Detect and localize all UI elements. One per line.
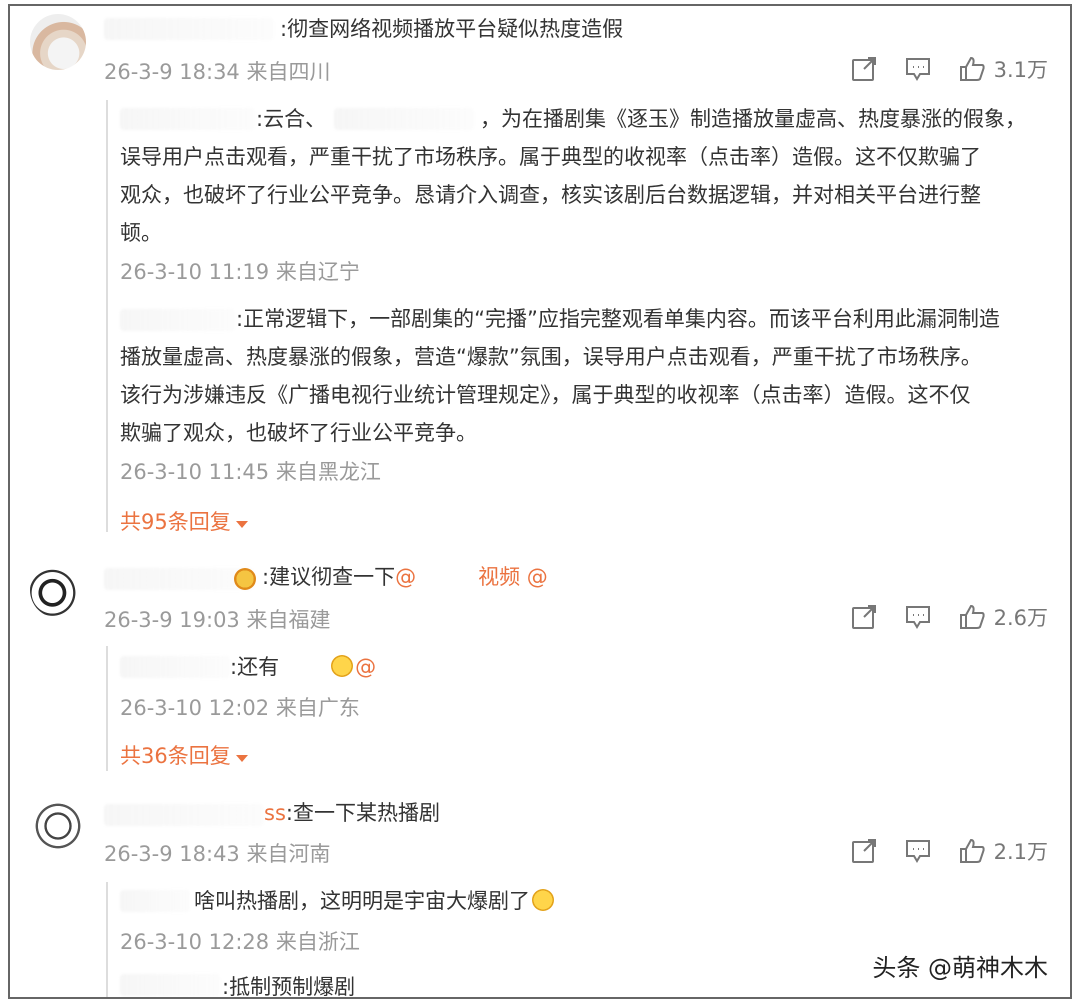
crying-emoji-icon xyxy=(532,889,554,911)
avatar[interactable] xyxy=(30,798,86,854)
caret-down-icon xyxy=(235,521,248,528)
comment-actions: 2.6万 xyxy=(850,602,1048,632)
share-icon[interactable] xyxy=(850,55,878,83)
avatar[interactable] xyxy=(30,14,86,70)
thumbs-up-icon[interactable] xyxy=(958,603,986,631)
reply-text: :云合、 xyxy=(256,107,327,131)
redacted-username xyxy=(120,890,190,912)
redacted-username xyxy=(104,568,254,590)
watermark: 头条 @萌神木木 xyxy=(872,954,1048,982)
share-icon[interactable] xyxy=(850,603,878,631)
mention-link[interactable]: @ xyxy=(355,655,376,679)
share-icon[interactable] xyxy=(850,837,878,865)
reply-thread-divider xyxy=(106,882,108,997)
comment-icon[interactable] xyxy=(904,603,932,631)
redacted-mention xyxy=(334,108,474,130)
reply-text: :正常逻辑下，一部剧集的“完播”应指完整观看单集内容。而该平台利用此漏洞制造 xyxy=(236,307,1000,331)
like-count: 2.1万 xyxy=(993,840,1048,864)
redacted-username xyxy=(120,656,230,678)
reply-text: ，为在播剧集《逐玉》制造播放量虚高、热度暴涨的假象， xyxy=(480,107,1026,131)
comment-actions: 2.1万 xyxy=(850,836,1048,866)
reply-text: 观众，也破坏了行业公平竞争。恳请介入调查，核实该剧后台数据逻辑，并对相关平台进行… xyxy=(120,183,981,207)
reply-count: 共36条回复 xyxy=(120,744,231,768)
reply-text: :抵制预制爆剧 xyxy=(222,975,356,999)
mention-link[interactable]: @ xyxy=(527,565,548,589)
reply-text: 播放量虚高、热度暴涨的假象，营造“爆款”氛围，误导用户点击观看，严重干扰了市场秩… xyxy=(120,345,982,369)
caret-down-icon xyxy=(235,755,248,762)
username-fragment[interactable]: ss xyxy=(264,801,286,825)
reply-count: 共95条回复 xyxy=(120,510,231,534)
reply-text-part: :还有 xyxy=(230,655,280,679)
comment-text: ss:查一下某热播剧 xyxy=(264,794,440,832)
thumbs-up-icon[interactable] xyxy=(958,55,986,83)
comment-text: :彻查网络视频播放平台疑似热度造假 xyxy=(280,17,624,41)
reply-text-part: 啥叫热播剧，这明明是宇宙大爆剧了 xyxy=(194,889,530,913)
reply-text: 误导用户点击观看，严重干扰了市场秩序。属于典型的收视率（点击率）造假。这不仅欺骗… xyxy=(120,145,981,169)
comment-text-part: :建议彻查一下 xyxy=(262,565,396,589)
reply-text: 欺骗了观众，也破坏了行业公平竞争。 xyxy=(120,421,477,445)
like-count: 2.6万 xyxy=(993,606,1048,630)
comment-icon[interactable] xyxy=(904,837,932,865)
mention-link[interactable]: 视频 xyxy=(478,565,520,589)
reply-meta: 26-3-10 11:45 来自黑龙江 xyxy=(120,460,381,484)
like-count: 3.1万 xyxy=(993,58,1048,82)
reply-text: 该行为涉嫌违反《广播电视行业统计管理规定》，属于典型的收视率（点击率）造假。这不… xyxy=(120,383,971,407)
reply-thread-divider xyxy=(106,100,108,532)
reply-meta: 26-3-10 12:02 来自广东 xyxy=(120,696,360,720)
reply-meta: 26-3-10 11:19 来自辽宁 xyxy=(120,260,360,284)
comment-actions: 3.1万 xyxy=(850,54,1048,84)
reply-meta: 26-3-10 12:28 来自浙江 xyxy=(120,930,360,954)
grin-emoji-icon xyxy=(331,655,354,677)
comment-text-part: :查一下某热播剧 xyxy=(285,801,440,825)
reply-thread-divider xyxy=(106,646,108,771)
redacted-username xyxy=(120,108,255,130)
redacted-username xyxy=(120,974,220,996)
comment-feed: :彻查网络视频播放平台疑似热度造假 26-3-9 18:34 来自四川 3.1万… xyxy=(8,4,1072,999)
crown-badge-icon xyxy=(234,568,256,590)
comment-meta: 26-3-9 19:03 来自福建 xyxy=(104,608,331,632)
comment-meta: 26-3-9 18:34 来自四川 xyxy=(104,60,331,84)
comment-icon[interactable] xyxy=(904,55,932,83)
redacted-username xyxy=(120,309,235,331)
mention-link[interactable]: @ xyxy=(395,565,416,589)
reply-count-link[interactable]: 共36条回复 xyxy=(120,740,248,770)
redacted-username xyxy=(104,18,274,40)
reply-text: :还有 @ xyxy=(230,648,376,686)
reply-text: 啥叫热播剧，这明明是宇宙大爆剧了 xyxy=(194,882,556,920)
reply-count-link[interactable]: 共95条回复 xyxy=(120,506,248,536)
reply-text: 顿。 xyxy=(120,221,162,245)
thumbs-up-icon[interactable] xyxy=(958,837,986,865)
redacted-username xyxy=(104,804,264,826)
avatar[interactable] xyxy=(30,562,86,618)
comment-text: :建议彻查一下@ 视频 @ xyxy=(262,558,548,596)
comment-meta: 26-3-9 18:43 来自河南 xyxy=(104,842,331,866)
